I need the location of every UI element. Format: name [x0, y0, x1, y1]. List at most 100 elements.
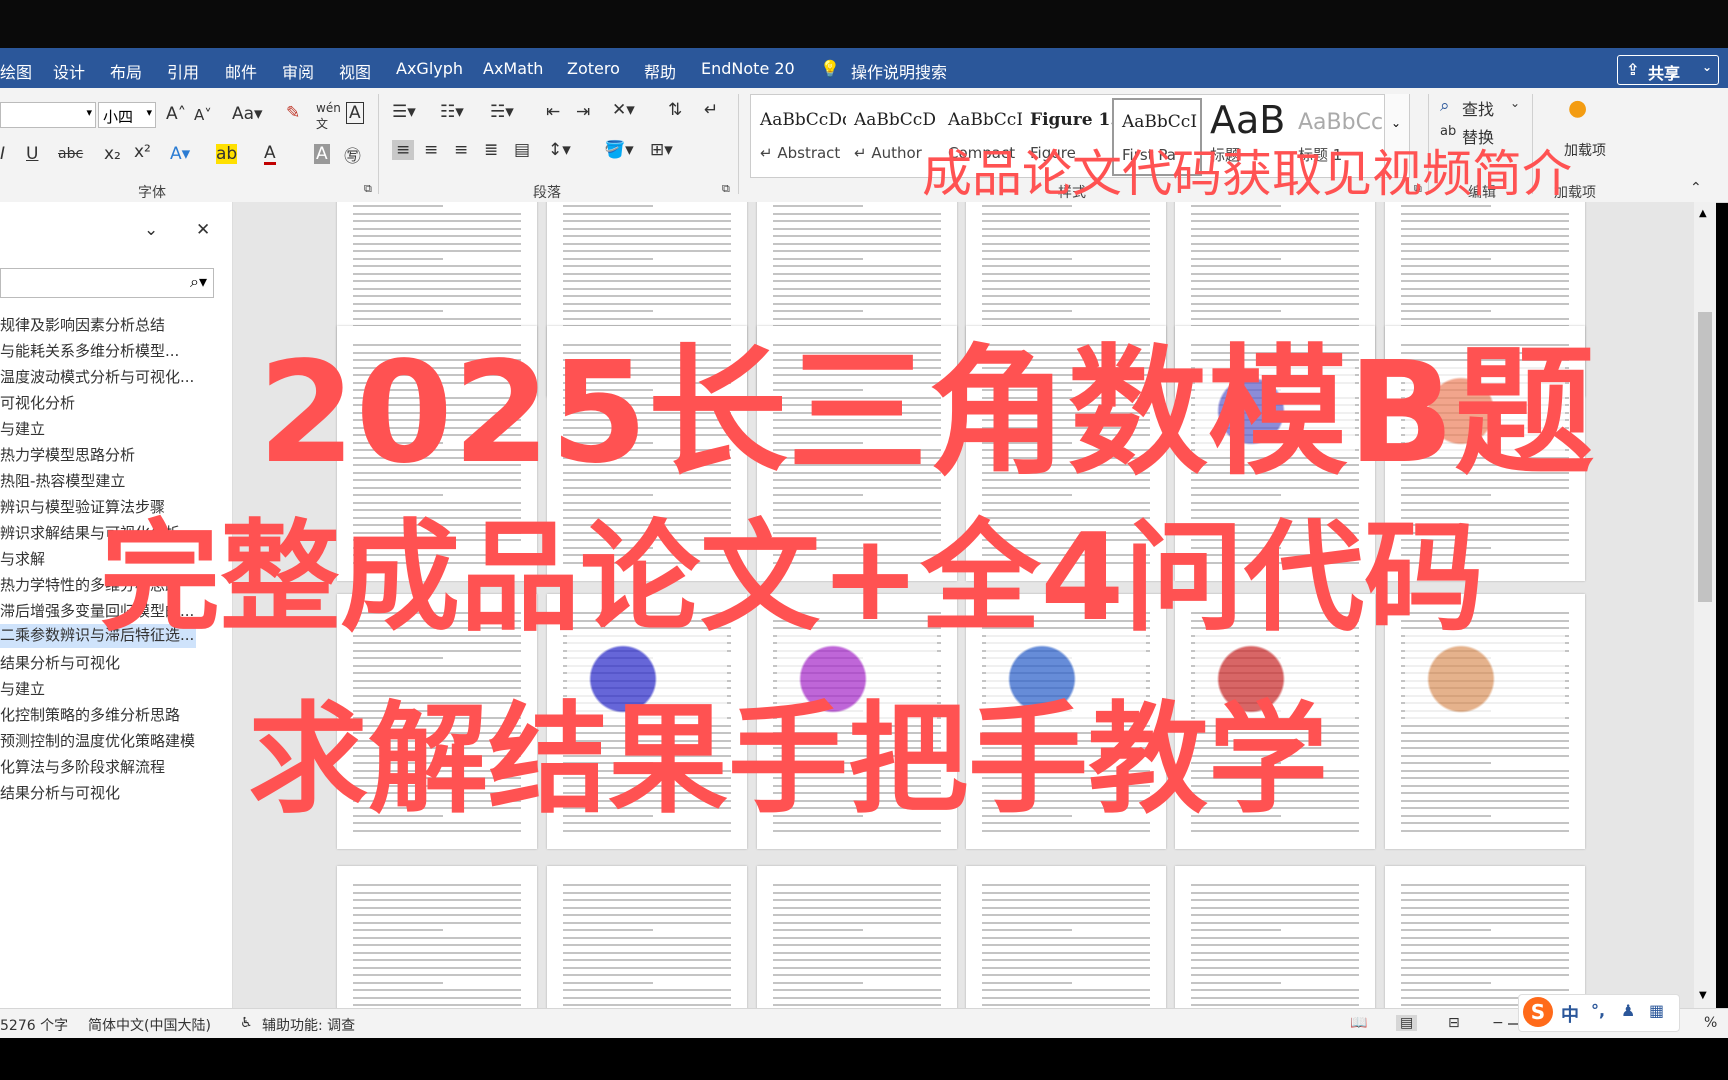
- language-status[interactable]: 简体中文(中国大陆): [88, 1015, 211, 1035]
- highlight-icon[interactable]: ab: [216, 144, 238, 164]
- bullets-icon[interactable]: ☰▾: [392, 102, 416, 122]
- text-line: [1401, 235, 1569, 237]
- text-line: [563, 280, 731, 282]
- find-button[interactable]: 查找: [1462, 96, 1494, 120]
- accessibility-status[interactable]: 辅助功能: 调查: [262, 1015, 355, 1035]
- scroll-thumb[interactable]: [1698, 312, 1712, 602]
- tab-layout[interactable]: 布局: [110, 59, 142, 83]
- scroll-up-icon[interactable]: ▲: [1699, 208, 1707, 219]
- ime-user-icon[interactable]: ♟: [1621, 1001, 1635, 1020]
- tab-mailings[interactable]: 邮件: [225, 59, 257, 83]
- text-line: [1191, 906, 1359, 909]
- ime-language[interactable]: 中: [1561, 1001, 1579, 1027]
- enclose-char-icon[interactable]: ㊢: [344, 142, 361, 167]
- multilevel-list-icon[interactable]: ☵▾: [490, 102, 514, 122]
- line-spacing-icon[interactable]: ↕▾: [548, 140, 571, 160]
- text-effects-icon[interactable]: A▾: [170, 144, 190, 164]
- lightbulb-icon[interactable]: 💡: [820, 59, 840, 78]
- tab-axmath[interactable]: AxMath: [483, 59, 543, 78]
- text-line: [1191, 242, 1359, 245]
- nav-heading[interactable]: 与能耗关系多维分析模型...: [0, 340, 225, 361]
- zoom-out-icon[interactable]: −: [1492, 1015, 1504, 1031]
- font-size-box[interactable]: 小四 ▾: [98, 102, 156, 128]
- change-case-icon[interactable]: Aa▾: [232, 104, 263, 124]
- text-line: [982, 220, 1150, 222]
- tab-view[interactable]: 视图: [339, 59, 371, 83]
- style-abstract[interactable]: AaBbCcDd ↵ Abstract: [752, 98, 853, 172]
- increase-indent-icon[interactable]: ⇥: [576, 102, 590, 122]
- ime-logo-icon: S: [1523, 997, 1553, 1027]
- phonetic-icon[interactable]: wén 文: [316, 101, 341, 132]
- numbering-icon[interactable]: ☷▾: [440, 102, 464, 122]
- dialog-launcher-icon[interactable]: ⧉: [364, 182, 372, 196]
- align-right-icon[interactable]: ≡: [454, 140, 468, 160]
- superscript-icon[interactable]: x²: [134, 142, 151, 162]
- nav-search-input[interactable]: ⌕▾: [0, 268, 214, 298]
- nav-heading[interactable]: 化算法与多阶段求解流程: [0, 756, 225, 777]
- subscript-icon[interactable]: x₂: [104, 144, 121, 164]
- shrink-font-icon[interactable]: A˅: [194, 106, 212, 124]
- ime-grid-icon[interactable]: ▦: [1649, 1001, 1664, 1020]
- tab-endnote[interactable]: EndNote 20: [701, 59, 795, 78]
- scroll-down-icon[interactable]: ▼: [1699, 990, 1707, 1001]
- text-line: [1401, 799, 1569, 802]
- text-line: [1191, 966, 1359, 969]
- nav-heading[interactable]: 结果分析与可视化: [0, 782, 225, 803]
- grow-font-icon[interactable]: A˄: [166, 104, 186, 124]
- nav-heading[interactable]: 温度波动模式分析与可视化...: [0, 366, 225, 387]
- ime-punctuation[interactable]: °,: [1591, 1001, 1605, 1020]
- addin-icon[interactable]: ●: [1568, 96, 1587, 121]
- nav-heading[interactable]: 结果分析与可视化: [0, 652, 225, 673]
- web-layout-icon[interactable]: ⊟: [1448, 1015, 1460, 1031]
- shading-icon[interactable]: 🪣▾: [604, 140, 634, 160]
- nav-heading[interactable]: 与建立: [0, 418, 225, 439]
- tab-references[interactable]: 引用: [167, 59, 199, 83]
- clear-format-icon[interactable]: ✎: [286, 103, 300, 123]
- tab-draw[interactable]: 绘图: [0, 59, 32, 83]
- decrease-indent-icon[interactable]: ⇤: [546, 102, 560, 122]
- char-shading-icon[interactable]: A: [314, 144, 330, 164]
- tab-design[interactable]: 设计: [53, 59, 85, 83]
- underline-icon[interactable]: U: [26, 144, 38, 164]
- font-color-icon[interactable]: A: [264, 144, 276, 165]
- nav-heading[interactable]: 化控制策略的多维分析思路: [0, 704, 225, 725]
- chevron-down-icon[interactable]: ⌄: [144, 220, 158, 240]
- chinese-layout-icon[interactable]: ✕▾: [612, 100, 635, 120]
- align-left-icon[interactable]: ≡: [392, 140, 415, 160]
- text-line: [982, 921, 1150, 924]
- search-icon: ⌕▾: [190, 272, 207, 291]
- print-layout-icon[interactable]: ▤: [1396, 1015, 1418, 1031]
- align-center-icon[interactable]: ≡: [424, 140, 438, 160]
- zoom-level[interactable]: %: [1704, 1015, 1717, 1031]
- collapse-ribbon-icon[interactable]: ⌃: [1690, 180, 1702, 196]
- text-line: [1401, 899, 1569, 901]
- justify-icon[interactable]: ≣: [484, 140, 498, 160]
- nav-heading[interactable]: 规律及影响因素分析总结: [0, 314, 225, 335]
- nav-heading[interactable]: 与建立: [0, 678, 225, 699]
- italic-icon[interactable]: I: [0, 144, 5, 164]
- dialog-launcher-icon[interactable]: ⧉: [722, 182, 730, 196]
- sort-icon[interactable]: ⇅: [668, 100, 682, 120]
- tab-axglyph[interactable]: AxGlyph: [396, 59, 463, 78]
- share-button[interactable]: ⇪ 共享 ⌄: [1617, 55, 1719, 85]
- show-marks-icon[interactable]: ↵: [704, 100, 718, 120]
- read-mode-icon[interactable]: 📖: [1350, 1015, 1367, 1031]
- nav-heading[interactable]: 预测控制的温度优化策略建模: [0, 730, 225, 751]
- borders-icon[interactable]: ⊞▾: [650, 140, 673, 160]
- close-icon[interactable]: ✕: [196, 220, 210, 240]
- nav-heading[interactable]: 热力学模型思路分析: [0, 444, 225, 465]
- text-line: [563, 929, 653, 931]
- distributed-icon[interactable]: ▤: [514, 140, 530, 160]
- strikethrough-icon[interactable]: abc: [58, 146, 83, 162]
- tab-help[interactable]: 帮助: [644, 59, 676, 83]
- font-name-box[interactable]: ▾: [0, 102, 96, 128]
- vertical-scrollbar[interactable]: ▲ ▼: [1694, 202, 1716, 1008]
- tab-review[interactable]: 审阅: [282, 59, 314, 83]
- tell-me-search[interactable]: 操作说明搜索: [851, 59, 947, 83]
- word-count[interactable]: 5276 个字: [0, 1015, 68, 1035]
- text-line: [982, 974, 1150, 976]
- ime-toolbar[interactable]: S 中 °, ♟ ▦: [1518, 994, 1680, 1032]
- tab-zotero[interactable]: Zotero: [567, 59, 620, 78]
- char-border-icon[interactable]: A: [346, 102, 364, 124]
- nav-heading[interactable]: 可视化分析: [0, 392, 225, 413]
